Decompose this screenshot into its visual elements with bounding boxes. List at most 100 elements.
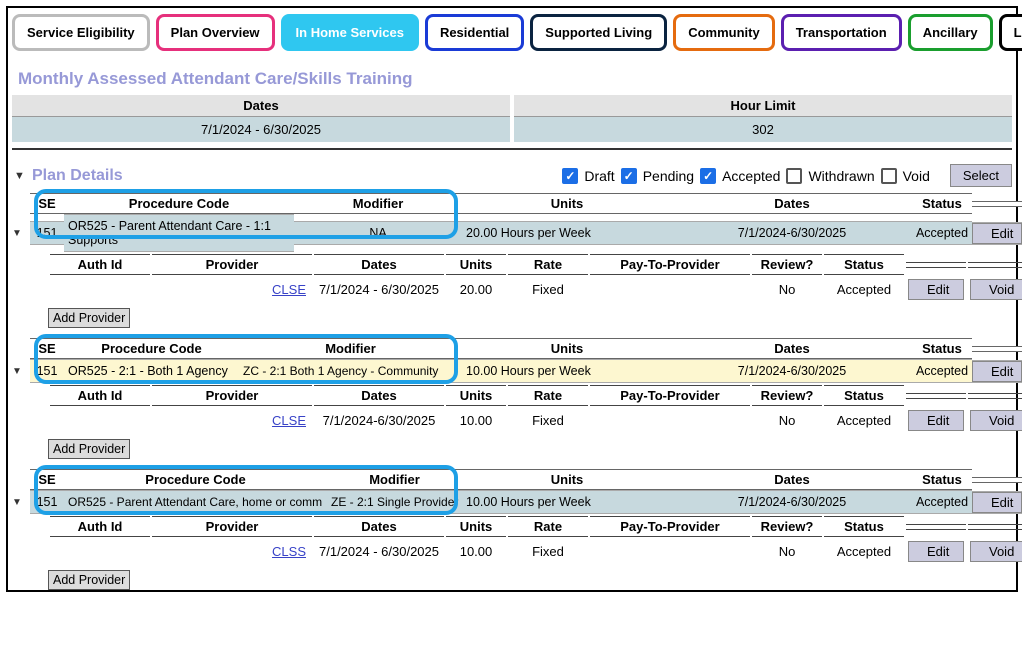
edit-button-sub[interactable]: Edit [908, 541, 964, 562]
cell-paytoprov [590, 286, 750, 294]
plan-row-1: SE Procedure Code Modifier Units Dates S… [12, 193, 1012, 328]
tab-transportation[interactable]: Transportation [781, 14, 902, 51]
cell-se: 151 [30, 221, 64, 245]
col-status: Status [912, 469, 972, 490]
tab-community[interactable]: Community [673, 14, 775, 51]
label-withdrawn: Withdrawn [808, 168, 874, 184]
col-units-sub: Units [446, 385, 506, 406]
tab-legacy[interactable]: Legacy [999, 14, 1022, 51]
checkbox-void[interactable] [881, 168, 897, 184]
cell-rate: Fixed [508, 409, 588, 432]
col-status: Status [912, 338, 972, 359]
cell-provunits: 20.00 [446, 278, 506, 301]
col-rate: Rate [508, 254, 588, 275]
col-se: SE [30, 338, 64, 359]
label-accepted: Accepted [722, 168, 780, 184]
cell-review: No [752, 278, 822, 301]
checkbox-withdrawn[interactable] [786, 168, 802, 184]
cell-mod: NA [294, 221, 462, 245]
cell-status: Accepted [912, 221, 972, 245]
cell-dates: 7/1/2024-6/30/2025 [672, 490, 912, 514]
cell-se: 151 [30, 490, 64, 514]
checkbox-accepted[interactable]: ✓ [700, 168, 716, 184]
cell-units: 10.00 Hours per Week [462, 490, 672, 514]
edit-button[interactable]: Edit [972, 361, 1022, 382]
col-procedure-code: Procedure Code [64, 469, 327, 490]
cell-provdates: 7/1/2024-6/30/2025 [314, 409, 444, 432]
edit-button[interactable]: Edit [972, 223, 1022, 244]
cell-proc: OR525 - Parent Attendant Care - 1:1 Supp… [64, 214, 294, 252]
tab-bar: Service Eligibility Plan Overview In Hom… [12, 14, 1012, 51]
tab-ancillary[interactable]: Ancillary [908, 14, 993, 51]
tab-in-home-services[interactable]: In Home Services [281, 14, 419, 51]
row-expander-icon[interactable]: ▼ [12, 497, 30, 508]
add-provider-button[interactable]: Add Provider [48, 439, 130, 459]
cell-review: No [752, 540, 822, 563]
label-void: Void [903, 168, 930, 184]
col-status-sub: Status [824, 516, 904, 537]
edit-button-sub[interactable]: Edit [908, 410, 964, 431]
summary-dates-label: Dates [12, 95, 510, 117]
cell-provstatus: Accepted [824, 540, 904, 563]
cell-authid [50, 417, 150, 425]
void-button[interactable]: Void [970, 541, 1022, 562]
col-authid: Auth Id [50, 516, 150, 537]
cell-proc: OR525 - 2:1 - Both 1 Agency [64, 359, 239, 383]
col-rate: Rate [508, 516, 588, 537]
cell-provstatus: Accepted [824, 278, 904, 301]
col-se: SE [30, 469, 64, 490]
provider-link[interactable]: CLSE [272, 413, 306, 428]
col-provider: Provider [152, 254, 312, 275]
col-rate: Rate [508, 385, 588, 406]
col-dates-sub: Dates [314, 254, 444, 275]
cell-provunits: 10.00 [446, 409, 506, 432]
col-authid: Auth Id [50, 385, 150, 406]
tab-supported-living[interactable]: Supported Living [530, 14, 667, 51]
summary-hourlimit-value: 302 [514, 117, 1012, 142]
add-provider-button[interactable]: Add Provider [48, 570, 130, 590]
cell-units: 20.00 Hours per Week [462, 221, 672, 245]
plan-details-title: Plan Details [32, 167, 554, 185]
cell-provunits: 10.00 [446, 540, 506, 563]
cell-status: Accepted [912, 490, 972, 514]
edit-button-sub[interactable]: Edit [908, 279, 964, 300]
tab-plan-overview[interactable]: Plan Overview [156, 14, 275, 51]
tab-residential[interactable]: Residential [425, 14, 524, 51]
cell-provstatus: Accepted [824, 409, 904, 432]
plan-details-expander-icon[interactable]: ▼ [14, 170, 24, 182]
col-units-sub: Units [446, 254, 506, 275]
void-button[interactable]: Void [970, 279, 1022, 300]
col-review: Review? [752, 385, 822, 406]
edit-button[interactable]: Edit [972, 492, 1022, 513]
col-units: Units [462, 338, 672, 359]
void-button[interactable]: Void [970, 410, 1022, 431]
tab-service-eligibility[interactable]: Service Eligibility [12, 14, 150, 51]
col-authid: Auth Id [50, 254, 150, 275]
row-expander-icon[interactable]: ▼ [12, 228, 30, 239]
cell-mod: ZC - 2:1 Both 1 Agency - Community [239, 359, 462, 383]
cell-dates: 7/1/2024-6/30/2025 [672, 221, 912, 245]
col-status-sub: Status [824, 254, 904, 275]
select-button[interactable]: Select [950, 164, 1012, 187]
col-dates: Dates [672, 469, 912, 490]
provider-link[interactable]: CLSE [272, 282, 306, 297]
col-review: Review? [752, 254, 822, 275]
checkbox-pending[interactable]: ✓ [621, 168, 637, 184]
cell-paytoprov [590, 417, 750, 425]
col-units: Units [462, 193, 672, 214]
col-modifier: Modifier [294, 193, 462, 214]
row-expander-icon[interactable]: ▼ [12, 366, 30, 377]
col-review: Review? [752, 516, 822, 537]
col-paytoprovider: Pay-To-Provider [590, 254, 750, 275]
col-units: Units [462, 469, 672, 490]
col-status-sub: Status [824, 385, 904, 406]
col-modifier: Modifier [239, 338, 462, 359]
col-status: Status [912, 193, 972, 214]
provider-link[interactable]: CLSS [272, 544, 306, 559]
col-se: SE [30, 193, 64, 214]
col-dates: Dates [672, 193, 912, 214]
checkbox-draft[interactable]: ✓ [562, 168, 578, 184]
cell-units: 10.00 Hours per Week [462, 359, 672, 383]
add-provider-button[interactable]: Add Provider [48, 308, 130, 328]
col-dates: Dates [672, 338, 912, 359]
